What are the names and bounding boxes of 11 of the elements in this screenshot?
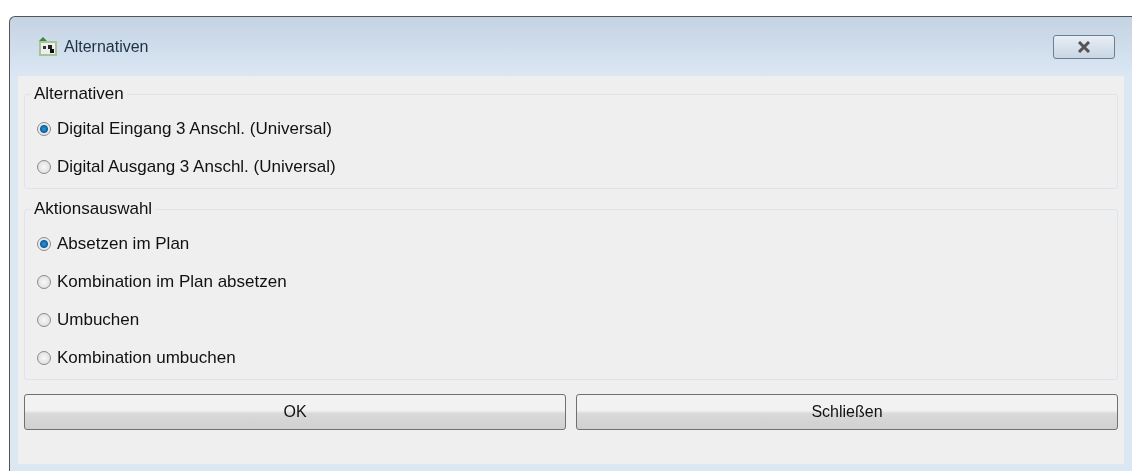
group-title: Aktionsauswahl xyxy=(33,199,154,219)
option-label: Umbuchen xyxy=(57,310,140,330)
dialog-button[interactable]: Schließen xyxy=(576,394,1118,430)
option-label: Absetzen im Plan xyxy=(57,234,190,254)
dialog-button[interactable]: OK xyxy=(24,394,566,430)
option-label: Digital Eingang 3 Anschl. (Universal) xyxy=(57,119,332,139)
option-label: Kombination umbuchen xyxy=(57,348,236,368)
option-label: Kombination im Plan absetzen xyxy=(57,272,287,292)
window-title: Alternativen xyxy=(64,37,150,56)
option-label: Digital Ausgang 3 Anschl. (Universal) xyxy=(57,157,336,177)
group-title: Alternativen xyxy=(33,84,125,104)
